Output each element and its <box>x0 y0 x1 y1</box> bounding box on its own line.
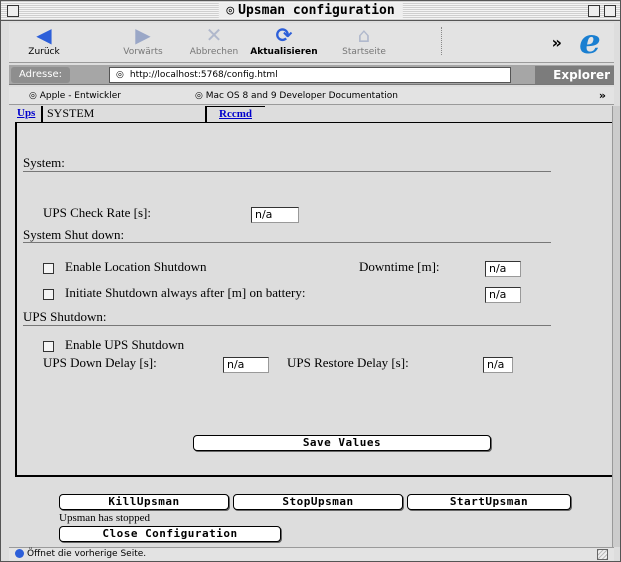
browser-window: ◎ Upsman configuration ◀ Zurück ▶ Vorwärt… <box>0 0 621 562</box>
tab-ups[interactable]: Ups <box>15 106 43 122</box>
system-heading: System: <box>23 155 65 170</box>
enable-ups-shutdown-checkbox[interactable] <box>43 341 54 352</box>
address-label: Adresse: <box>11 67 70 83</box>
save-values-button[interactable]: Save Values <box>193 435 491 451</box>
explorer-logo-icon: e <box>579 22 601 62</box>
back-button[interactable]: ◀ Zurück <box>19 23 69 57</box>
globe-icon: ◎ <box>195 91 206 101</box>
shutdown-heading: System Shut down: <box>23 227 125 242</box>
tab-bar: Ups SYSTEM Rccmd <box>15 106 614 122</box>
forward-button[interactable]: ▶ Vorwärts <box>113 23 173 57</box>
divider <box>23 171 551 172</box>
initiate-shutdown-checkbox[interactable] <box>43 289 54 300</box>
initiate-shutdown-field[interactable]: n/a <box>485 287 521 303</box>
zoom-box[interactable] <box>588 5 600 17</box>
window-title: ◎ Upsman configuration <box>218 3 403 18</box>
stop-x-icon: ✕ <box>205 23 223 47</box>
title-bar[interactable]: ◎ Upsman configuration <box>1 1 620 21</box>
favorite-mac-os-docs[interactable]: ◎ Mac OS 8 and 9 Developer Documentation <box>195 87 398 105</box>
favorite-apple-entwickler[interactable]: ◎ Apple - Entwickler <box>29 87 121 105</box>
address-field[interactable]: ◎ http://localhost:5768/config.html <box>109 67 511 83</box>
collapse-box[interactable] <box>604 5 616 17</box>
globe-icon: ◎ <box>29 91 40 101</box>
status-bar: Öffnet die vorherige Seite. <box>9 547 614 561</box>
globe-icon: ◎ <box>226 3 235 18</box>
location-shutdown-checkbox[interactable] <box>43 263 54 274</box>
divider <box>23 242 551 243</box>
refresh-icon: ⟳ <box>275 23 293 47</box>
start-upsman-button[interactable]: StartUpsman <box>407 494 571 510</box>
tab-rccmd[interactable]: Rccmd <box>205 106 265 122</box>
stop-upsman-button[interactable]: StopUpsman <box>233 494 403 510</box>
page-content: Ups SYSTEM Rccmd System: UPS Check Rate … <box>15 106 614 547</box>
initiate-shutdown-label: Initiate Shutdown always after [m] on ba… <box>65 285 306 300</box>
location-shutdown-label: Enable Location Shutdown <box>65 259 207 274</box>
down-delay-field[interactable]: n/a <box>223 357 269 373</box>
down-delay-label: UPS Down Delay [s]: <box>43 355 157 370</box>
close-configuration-button[interactable]: Close Configuration <box>59 526 281 542</box>
divider <box>23 325 551 326</box>
favorites-bar: ◎ Apple - Entwickler ◎ Mac OS 8 and 9 De… <box>9 87 614 105</box>
scroll-edge <box>612 106 620 547</box>
system-config-panel: System: UPS Check Rate [s]: n/a System S… <box>15 122 614 477</box>
forward-arrow-icon: ▶ <box>135 23 151 47</box>
upsman-status-text: Upsman has stopped <box>59 512 151 524</box>
toolbar: ◀ Zurück ▶ Vorwärts ✕ Abbrechen ⟳ Aktual… <box>9 23 614 63</box>
page-icon: ◎ <box>116 70 124 80</box>
check-rate-field[interactable]: n/a <box>251 207 299 223</box>
refresh-button[interactable]: ⟳ Aktualisieren <box>245 23 323 57</box>
enable-ups-shutdown-label: Enable UPS Shutdown <box>65 337 185 352</box>
address-bar: Adresse: ◎ http://localhost:5768/config.h… <box>9 65 614 85</box>
close-box[interactable] <box>7 5 19 17</box>
resize-grip-icon[interactable] <box>597 549 608 560</box>
ups-shutdown-heading: UPS Shutdown: <box>23 309 107 324</box>
explorer-button[interactable]: Explorer <box>535 66 614 84</box>
kill-upsman-button[interactable]: KillUpsman <box>59 494 229 510</box>
home-button[interactable]: ⌂ Startseite <box>331 23 397 57</box>
restore-delay-label: UPS Restore Delay [s]: <box>287 355 409 370</box>
back-arrow-icon: ◀ <box>36 23 52 47</box>
downtime-field[interactable]: n/a <box>485 261 521 277</box>
restore-delay-field[interactable]: n/a <box>483 357 513 373</box>
home-icon: ⌂ <box>357 23 371 47</box>
toolbar-separator <box>441 27 442 55</box>
toolbar-more-button[interactable]: » <box>552 33 562 52</box>
status-globe-icon <box>15 549 24 558</box>
check-rate-label: UPS Check Rate [s]: <box>43 205 151 220</box>
downtime-label: Downtime [m]: <box>359 259 440 274</box>
favorites-more-button[interactable]: » <box>599 87 606 105</box>
tab-system: SYSTEM <box>47 106 95 120</box>
stop-button[interactable]: ✕ Abbrechen <box>181 23 247 57</box>
